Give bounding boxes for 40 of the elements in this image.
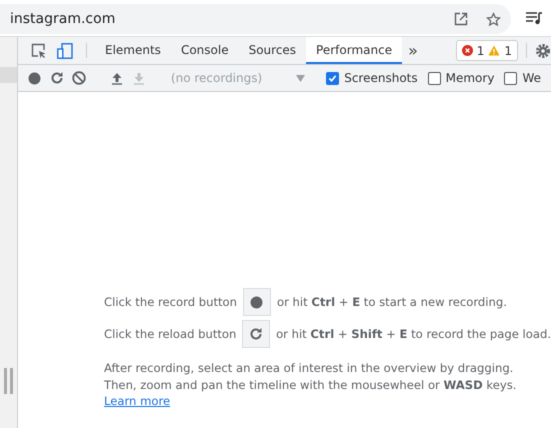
instruction-text: Click the reload button xyxy=(104,327,236,341)
more-tabs-button[interactable]: » xyxy=(402,37,424,64)
settings-icon[interactable] xyxy=(535,42,551,58)
checkbox-label: We xyxy=(522,71,541,85)
inspect-icon[interactable] xyxy=(31,42,47,58)
hint-text: After recording, select an area of interest in the overview by dragging. Then, zoom and pan the timeline with the mousewheel or WASD keys. xyxy=(104,360,518,394)
address-bar[interactable]: instagram.com xyxy=(0,4,511,34)
checkbox[interactable] xyxy=(428,72,441,84)
upload-icon[interactable] xyxy=(111,72,124,84)
tab[interactable]: Console xyxy=(170,37,239,64)
reload-icon[interactable] xyxy=(50,71,64,85)
tab[interactable]: Performance xyxy=(306,37,402,64)
checkbox-label: Memory xyxy=(446,71,494,85)
reload-button[interactable] xyxy=(242,320,270,348)
record-icon[interactable] xyxy=(28,72,42,84)
clear-icon[interactable] xyxy=(72,71,86,85)
error-icon xyxy=(462,45,473,56)
checkbox-label: Screenshots xyxy=(344,71,418,85)
warning-count: 1 xyxy=(504,44,512,58)
url-text: instagram.com xyxy=(10,11,116,27)
checkbox[interactable] xyxy=(326,72,340,84)
reload-icon[interactable] xyxy=(249,327,264,341)
instruction-text: or hit Ctrl + E to start a new recording. xyxy=(276,295,507,309)
learn-more-link[interactable]: Learn more xyxy=(104,394,170,408)
device-icon[interactable] xyxy=(57,42,73,58)
sidebar-row xyxy=(0,67,17,83)
star-icon[interactable] xyxy=(486,12,501,26)
record-button[interactable] xyxy=(242,288,271,316)
playlist-icon[interactable] xyxy=(525,11,543,25)
tab[interactable]: Elements xyxy=(95,37,171,64)
checkbox[interactable] xyxy=(504,72,518,84)
record-icon[interactable] xyxy=(250,296,264,308)
instruction-text: Click the record button xyxy=(104,295,237,309)
caret-icon xyxy=(296,74,306,82)
error-count: 1 xyxy=(476,44,484,58)
tab[interactable]: Sources xyxy=(238,37,306,64)
warning-icon xyxy=(488,45,500,56)
instruction-text: or hit Ctrl + Shift + E to record the page load. xyxy=(276,327,551,341)
open-external-icon[interactable] xyxy=(454,12,468,26)
issues-badge[interactable]: 1 1 xyxy=(456,40,518,61)
